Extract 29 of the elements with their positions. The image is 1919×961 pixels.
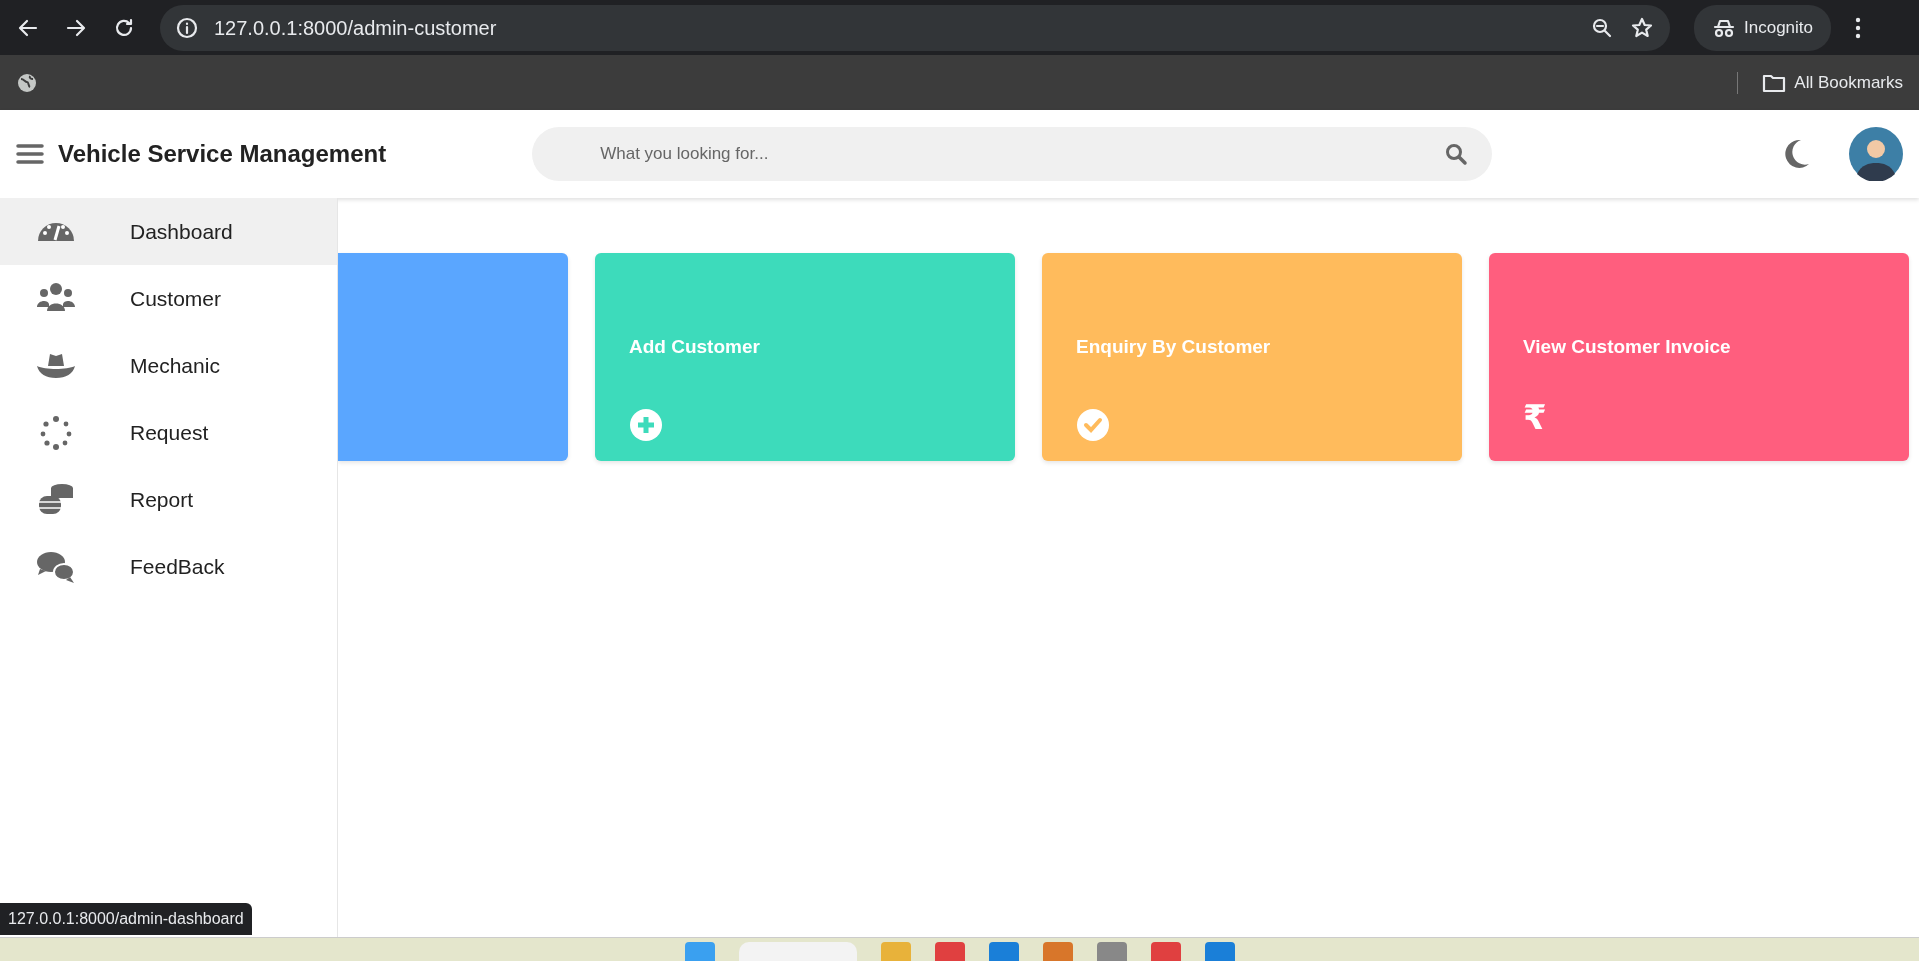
card-title: Add Customer <box>629 335 760 359</box>
rupee-symbol: ₹ <box>1523 399 1547 434</box>
search-field[interactable]: What you looking for... <box>532 127 1493 181</box>
search-icon[interactable] <box>1444 142 1469 166</box>
sidebar-item[interactable]: Mechanic <box>0 332 337 399</box>
incognito-button[interactable]: Incognito <box>1694 4 1831 51</box>
bookmarks-button[interactable]: All Bookmarks <box>1762 69 1903 96</box>
menu-icon[interactable] <box>1855 16 1861 39</box>
sidebar-item[interactable]: Dashboard <box>0 198 337 265</box>
incognito-icon <box>1712 17 1736 38</box>
folder-icon <box>1762 72 1787 93</box>
sidebar-item[interactable]: Report <box>0 466 337 533</box>
url-text: 127.0.0.1:8000/admin-customer <box>214 15 498 41</box>
info-icon[interactable] <box>176 16 198 39</box>
star-icon[interactable] <box>1630 15 1654 40</box>
status-url: 127.0.0.1:8000/admin-dashboard <box>0 903 252 935</box>
sidebar-item[interactable]: Request <box>0 399 337 466</box>
sidebar-item[interactable]: FeedBack <box>0 533 337 600</box>
check-icon <box>1076 407 1110 442</box>
card-title: View Customer Invoice <box>1523 335 1731 359</box>
bookmarks-label: All Bookmarks <box>1794 71 1903 94</box>
plus-icon <box>629 407 663 442</box>
sidebar-item[interactable]: Customer <box>0 265 337 332</box>
address-bar[interactable]: 127.0.0.1:8000/admin-customer <box>160 4 1670 51</box>
avatar[interactable] <box>1849 127 1903 181</box>
incognito-label: Incognito <box>1744 16 1813 39</box>
card-title: Enquiry By Customer <box>1076 335 1271 359</box>
globe-icon[interactable] <box>16 71 38 94</box>
app-title: Vehicle Service Management <box>58 139 387 169</box>
